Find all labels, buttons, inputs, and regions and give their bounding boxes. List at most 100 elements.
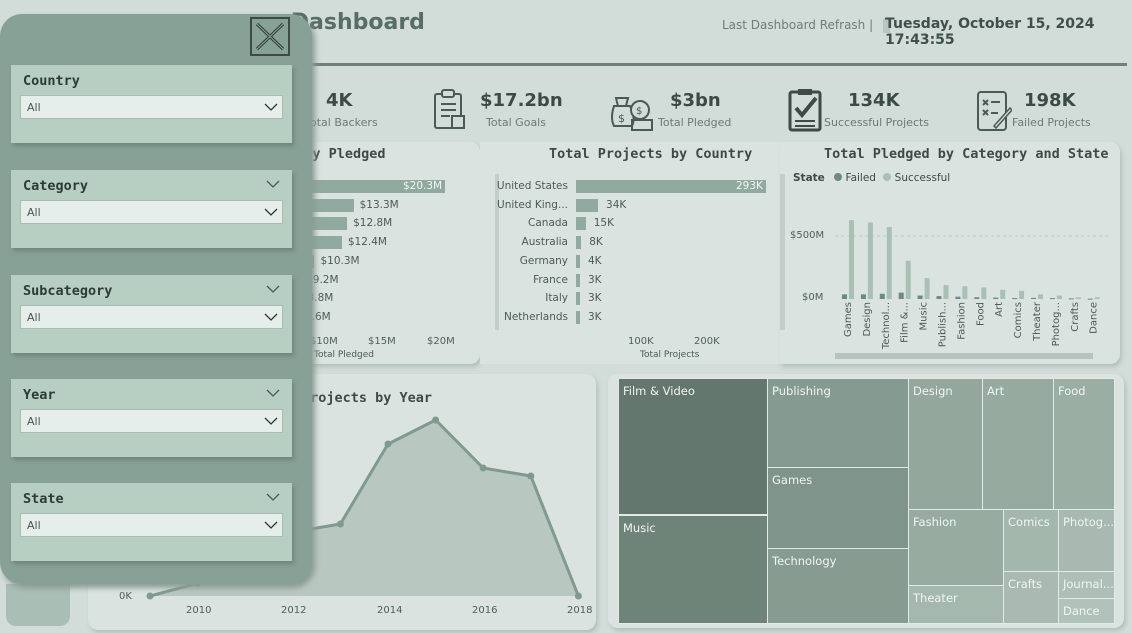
failed-bar[interactable]: [1012, 298, 1018, 300]
category-dropdown[interactable]: All: [20, 200, 283, 224]
successful-bar[interactable]: [886, 227, 892, 299]
treemap-cell[interactable]: Comics: [1003, 509, 1059, 572]
panel-toggle-stub[interactable]: [6, 584, 70, 626]
failed-bar[interactable]: [993, 297, 999, 299]
treemap-cell[interactable]: Games: [767, 467, 909, 549]
successful-bar[interactable]: [981, 287, 987, 299]
close-panel-button[interactable]: [250, 17, 290, 56]
treemap-cell[interactable]: Theater: [908, 585, 1004, 624]
country-x-label: Total Projects: [640, 350, 700, 360]
treemap-cell[interactable]: Music: [618, 515, 768, 624]
slicer-year: Year All: [11, 379, 292, 457]
country-scrollbar[interactable]: [495, 174, 499, 330]
country-dropdown[interactable]: All: [20, 95, 283, 119]
title-divider: [312, 63, 1127, 66]
pledged-tick: $20M: [427, 336, 455, 347]
collapse-chevron-icon[interactable]: [266, 180, 280, 189]
country-label: France: [533, 273, 568, 286]
country-bar[interactable]: [576, 236, 582, 250]
pledged-tick: $10M: [310, 336, 338, 347]
failed-bar[interactable]: [860, 294, 866, 299]
treemap-cell[interactable]: Dance: [1058, 598, 1115, 624]
chevron-down-icon: [264, 521, 278, 529]
successful-bar[interactable]: [1038, 294, 1043, 299]
dropdown-value: All: [27, 415, 41, 428]
failed-bar[interactable]: [1087, 298, 1093, 300]
year-point[interactable]: [146, 592, 154, 600]
successful-bar[interactable]: [1019, 290, 1025, 299]
successful-bar[interactable]: [867, 222, 873, 299]
failed-bar[interactable]: [1031, 297, 1036, 299]
collapse-chevron-icon[interactable]: [266, 493, 280, 502]
treemap-cell[interactable]: Art: [982, 378, 1054, 510]
year-point[interactable]: [432, 416, 440, 424]
successful-bar[interactable]: [1000, 289, 1006, 299]
treemap-cell[interactable]: Publishing: [767, 378, 909, 468]
country-label: United States: [496, 180, 568, 192]
successful-bar[interactable]: [962, 286, 968, 299]
year-dropdown[interactable]: All: [20, 409, 283, 433]
successful-bar[interactable]: [924, 278, 930, 299]
failed-bar[interactable]: [974, 297, 980, 299]
state-dropdown[interactable]: All: [20, 513, 283, 537]
country-label: Italy: [545, 292, 568, 305]
slicer-title: Year: [23, 387, 56, 403]
failed-bar[interactable]: [955, 296, 961, 299]
subcategory-dropdown[interactable]: All: [20, 305, 283, 329]
category-tick: Games: [843, 302, 854, 337]
category-scrollbar-h[interactable]: [835, 353, 1093, 359]
country-bar[interactable]: [576, 310, 580, 324]
treemap-cell[interactable]: Food: [1053, 378, 1115, 510]
failed-bar[interactable]: [917, 295, 923, 299]
failed-bar[interactable]: [1049, 298, 1055, 300]
country-bar[interactable]: [576, 273, 580, 287]
failed-bar[interactable]: [879, 293, 885, 299]
year-xtick: 2010: [186, 605, 212, 616]
failed-bar[interactable]: [936, 296, 942, 299]
successful-bar[interactable]: [905, 260, 911, 299]
svg-text:$: $: [636, 106, 642, 117]
successful-bar[interactable]: [1075, 297, 1081, 299]
treemap-cell[interactable]: Design: [908, 378, 983, 510]
year-point[interactable]: [527, 472, 535, 480]
successful-bar[interactable]: [849, 220, 854, 299]
country-tick: 100K: [628, 336, 654, 347]
slicer-state: State All: [11, 483, 292, 561]
kpi-value: 198K: [1024, 90, 1076, 111]
kpi-total-backers: 4K otal Backers: [300, 88, 380, 132]
successful-bar[interactable]: [1094, 297, 1100, 299]
year-point[interactable]: [479, 464, 487, 472]
country-bar[interactable]: [576, 198, 599, 212]
treemap-cell[interactable]: Fashion: [908, 509, 1004, 586]
treemap-cell[interactable]: Crafts: [1003, 571, 1059, 624]
country-bar[interactable]: [576, 292, 580, 306]
category-tick: Publish...: [938, 302, 949, 347]
slicer-country: Country All: [11, 65, 292, 143]
category-tick: Dance: [1089, 302, 1100, 334]
treemap-cell[interactable]: Film & Video: [618, 378, 768, 515]
slicer-title: Subcategory: [23, 283, 113, 299]
successful-bar[interactable]: [1056, 295, 1062, 299]
country-value: 15K: [593, 217, 614, 230]
treemap-cell[interactable]: Journal...: [1058, 571, 1115, 599]
pledged-tick: $15M: [368, 336, 396, 347]
country-label: Australia: [521, 236, 568, 249]
pledged-bar-label: $12.4M: [347, 236, 387, 249]
treemap-cell[interactable]: Photog...: [1058, 509, 1115, 572]
svg-text:$: $: [618, 112, 625, 125]
kpi-value: $3bn: [670, 90, 721, 111]
year-point[interactable]: [384, 440, 392, 448]
kpi-successful-projects: 134K Successful Projects: [788, 88, 929, 132]
successful-bar[interactable]: [943, 285, 949, 299]
collapse-chevron-icon[interactable]: [266, 285, 280, 294]
collapse-chevron-icon[interactable]: [266, 389, 280, 398]
treemap-cell[interactable]: Technology: [767, 548, 909, 624]
category-chart-card: Total Pledged by Category and State Stat…: [780, 142, 1120, 364]
failed-bar[interactable]: [1068, 298, 1074, 300]
country-bar[interactable]: [576, 254, 580, 268]
failed-bar[interactable]: [898, 292, 904, 299]
year-point[interactable]: [336, 520, 344, 528]
country-bar[interactable]: [576, 217, 586, 231]
year-point[interactable]: [574, 592, 582, 600]
failed-bar[interactable]: [842, 294, 847, 299]
